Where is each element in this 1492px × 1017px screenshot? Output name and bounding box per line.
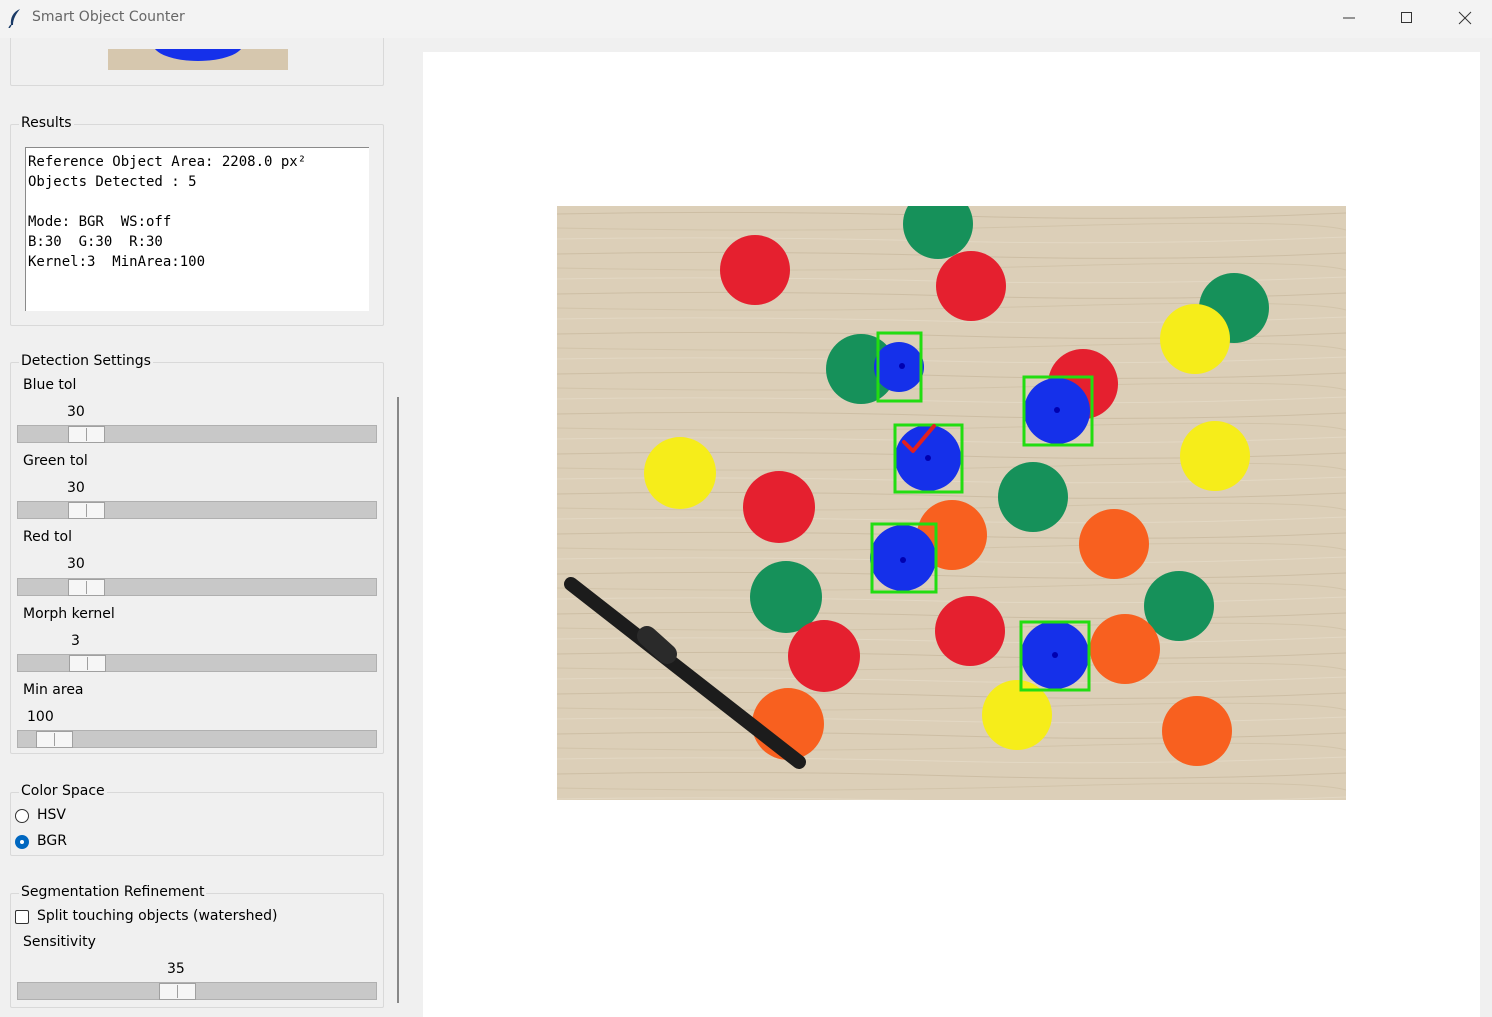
disc-red — [743, 471, 815, 543]
color-space-group: Color Space HSV BGR — [10, 783, 384, 856]
slider-thumb[interactable] — [68, 579, 105, 596]
sensitivity-slider[interactable] — [17, 982, 377, 1000]
disc-orange — [1090, 614, 1160, 684]
slider-thumb[interactable] — [69, 655, 106, 672]
maximize-button[interactable] — [1378, 0, 1436, 36]
results-line: Reference Object Area: 2208.0 px² — [28, 154, 307, 170]
morph-kernel-slider[interactable] — [17, 654, 377, 672]
disc-green — [998, 462, 1068, 532]
green-tol-slider[interactable] — [17, 501, 377, 519]
results-line: Kernel:3 MinArea:100 — [28, 254, 206, 270]
reference-object-preview — [108, 49, 288, 70]
detection-settings-group: Detection Settings Blue tol 30 Green tol… — [10, 353, 384, 754]
centroid-dot — [1054, 407, 1060, 413]
bgr-radio-label[interactable]: BGR — [37, 833, 67, 849]
red-tol-value: 30 — [67, 556, 85, 572]
panel-scrollbar[interactable] — [397, 397, 399, 1003]
feather-icon — [8, 9, 20, 28]
min-area-value: 100 — [27, 709, 54, 725]
disc-red — [720, 235, 790, 305]
slider-thumb[interactable] — [36, 731, 73, 748]
watershed-checkbox-label[interactable]: Split touching objects (watershed) — [37, 908, 277, 924]
disc-yellow — [1180, 421, 1250, 491]
results-line — [28, 192, 369, 212]
disc-orange — [1162, 696, 1232, 766]
centroid-dot — [925, 455, 931, 461]
segmentation-group: Segmentation Refinement Split touching o… — [10, 884, 384, 1008]
sensitivity-value: 35 — [167, 961, 185, 977]
detection-settings-title: Detection Settings — [19, 353, 153, 369]
results-group: Results Reference Object Area: 2208.0 px… — [10, 115, 384, 326]
disc-blue-selected — [874, 342, 924, 392]
disc-red — [935, 596, 1005, 666]
centroid-dot — [1052, 652, 1058, 658]
bgr-radio[interactable] — [15, 835, 29, 849]
title-bar: Smart Object Counter — [0, 0, 1492, 38]
centroid-dot — [900, 557, 906, 563]
control-panel: Results Reference Object Area: 2208.0 px… — [0, 38, 400, 1017]
slider-thumb[interactable] — [159, 983, 196, 1000]
hsv-radio[interactable] — [15, 809, 29, 823]
blue-tol-slider[interactable] — [17, 425, 377, 443]
slider-thumb[interactable] — [68, 426, 105, 443]
centroid-dot — [899, 363, 905, 369]
sensitivity-label: Sensitivity — [23, 934, 96, 950]
window-title: Smart Object Counter — [32, 9, 185, 25]
morph-kernel-value: 3 — [71, 633, 80, 649]
disc-red — [788, 620, 860, 692]
morph-kernel-label: Morph kernel — [23, 606, 115, 622]
results-line: Objects Detected : 5 — [28, 174, 197, 190]
reference-blob — [153, 49, 243, 61]
minimize-icon — [1343, 17, 1355, 19]
results-textbox[interactable]: Reference Object Area: 2208.0 px² Object… — [25, 147, 369, 311]
close-icon — [1458, 11, 1472, 25]
disc-red — [936, 251, 1006, 321]
close-button[interactable] — [1436, 0, 1492, 36]
color-space-title: Color Space — [19, 783, 107, 799]
results-line: B:30 G:30 R:30 — [28, 234, 163, 250]
disc-green — [750, 561, 822, 633]
reference-preview-group — [10, 38, 384, 86]
blue-tol-value: 30 — [67, 404, 85, 420]
detection-image — [557, 206, 1346, 800]
hsv-radio-label[interactable]: HSV — [37, 807, 66, 823]
maximize-icon — [1401, 12, 1412, 23]
results-line: Mode: BGR WS:off — [28, 214, 172, 230]
disc-orange — [1079, 509, 1149, 579]
red-tol-label: Red tol — [23, 529, 72, 545]
results-title: Results — [19, 115, 74, 131]
red-tol-slider[interactable] — [17, 578, 377, 596]
disc-yellow — [644, 437, 716, 509]
watershed-checkbox[interactable] — [15, 910, 29, 924]
segmentation-title: Segmentation Refinement — [19, 884, 207, 900]
minimize-button[interactable] — [1320, 0, 1378, 36]
slider-thumb[interactable] — [68, 502, 105, 519]
blue-tol-label: Blue tol — [23, 377, 77, 393]
disc-yellow — [1160, 304, 1230, 374]
min-area-label: Min area — [23, 682, 84, 698]
green-tol-value: 30 — [67, 480, 85, 496]
green-tol-label: Green tol — [23, 453, 88, 469]
min-area-slider[interactable] — [17, 730, 377, 748]
